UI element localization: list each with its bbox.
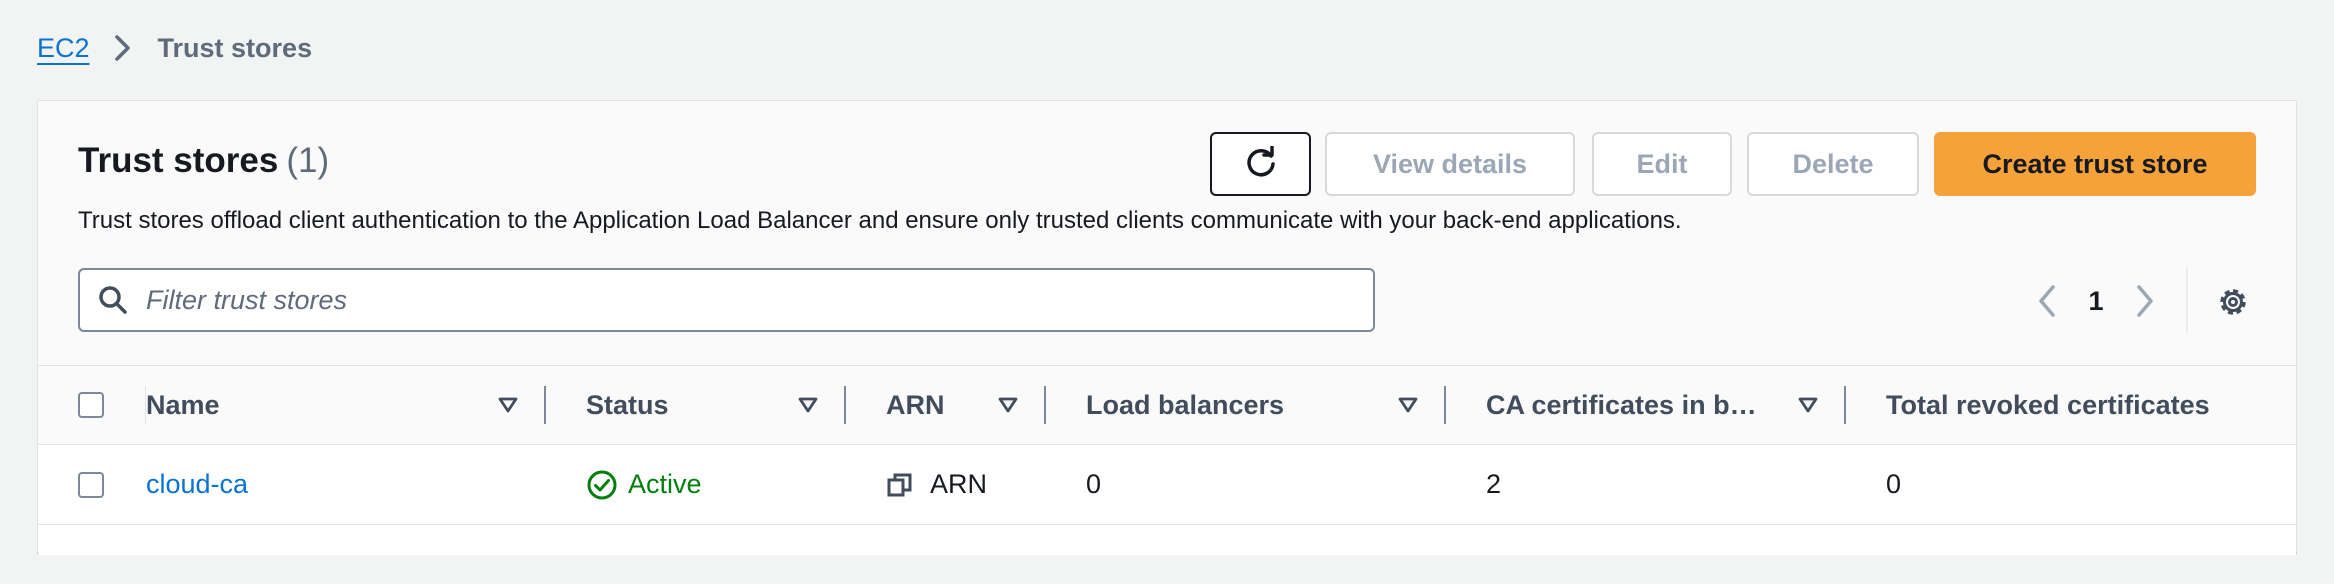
column-label: Status — [586, 389, 669, 420]
create-trust-store-button[interactable]: Create trust store — [1934, 132, 2256, 196]
column-header-load-balancers[interactable]: Load balancers — [1046, 366, 1446, 445]
panel-header: Trust stores (1) Trust stores offload cli… — [38, 101, 2296, 366]
chevron-left-icon[interactable] — [2028, 278, 2066, 324]
title-count: (1) — [286, 141, 330, 180]
breadcrumb-current: Trust stores — [157, 32, 313, 63]
breadcrumb: EC2 Trust stores — [37, 28, 312, 68]
table-row[interactable]: cloud-ca Active ARN 0 2 0 — [38, 444, 2296, 525]
pagination: 1 — [2028, 278, 2164, 324]
arn-text: ARN — [930, 469, 988, 499]
ca-certificates-cell: 2 — [1486, 469, 1502, 499]
column-label: Name — [146, 389, 220, 420]
select-all-cell — [38, 366, 146, 445]
status-cell: Active — [546, 445, 846, 525]
refresh-button[interactable] — [1210, 132, 1311, 196]
sort-icon[interactable] — [998, 397, 1018, 413]
name-cell: cloud-ca — [146, 445, 546, 525]
page-title: Trust stores (1) — [78, 141, 329, 181]
column-label: ARN — [886, 389, 945, 420]
title-text: Trust stores — [78, 141, 279, 180]
trust-store-name-link[interactable]: cloud-ca — [146, 469, 248, 499]
column-header-status[interactable]: Status — [546, 366, 846, 445]
revoked-cell: 0 — [1886, 469, 1902, 499]
pagination-divider — [2186, 267, 2188, 333]
column-header-revoked[interactable]: Total revoked certificates — [1846, 366, 2296, 445]
row-checkbox[interactable] — [78, 471, 104, 498]
search-input[interactable]: Filter trust stores — [78, 268, 1375, 332]
select-all-checkbox[interactable] — [78, 392, 104, 418]
delete-button[interactable]: Delete — [1747, 132, 1919, 196]
check-circle-icon — [586, 469, 618, 501]
page-number[interactable]: 1 — [2066, 286, 2126, 317]
breadcrumb-ec2-link[interactable]: EC2 — [37, 33, 90, 64]
status-text: Active — [628, 469, 702, 499]
gear-icon[interactable] — [2212, 281, 2254, 323]
search-icon — [98, 284, 130, 316]
table-header-row: Name Status ARN Load balancers CA certif… — [38, 365, 2296, 445]
row-select-cell — [38, 445, 146, 525]
search-placeholder: Filter trust stores — [146, 284, 348, 315]
arn-copy[interactable]: ARN — [886, 469, 1046, 500]
sort-icon[interactable] — [498, 397, 518, 413]
table-footer-space — [38, 524, 2296, 555]
sort-icon[interactable] — [1398, 397, 1418, 413]
status-badge: Active — [586, 469, 846, 501]
chevron-right-icon[interactable] — [2126, 278, 2164, 324]
trust-stores-table: Name Status ARN Load balancers CA certif… — [38, 365, 2296, 555]
refresh-icon — [1243, 146, 1279, 182]
load-balancers-cell: 0 — [1086, 469, 1102, 499]
chevron-right-icon — [114, 34, 132, 62]
column-header-ca-certificates[interactable]: CA certificates in b… — [1446, 366, 1846, 445]
column-label: CA certificates in b… — [1486, 389, 1757, 420]
trust-stores-panel: Trust stores (1) Trust stores offload cli… — [37, 100, 2297, 555]
copy-icon[interactable] — [886, 471, 914, 499]
arn-cell: ARN — [846, 445, 1046, 525]
page-description: Trust stores offload client authenticati… — [78, 207, 1682, 234]
view-details-button[interactable]: View details — [1325, 132, 1575, 196]
edit-button[interactable]: Edit — [1592, 132, 1732, 196]
sort-icon[interactable] — [1798, 397, 1818, 413]
column-header-name[interactable]: Name — [146, 366, 546, 445]
sort-icon[interactable] — [798, 397, 818, 413]
column-label: Total revoked certificates — [1886, 389, 2210, 420]
column-label: Load balancers — [1086, 389, 1285, 420]
column-header-arn[interactable]: ARN — [846, 366, 1046, 445]
